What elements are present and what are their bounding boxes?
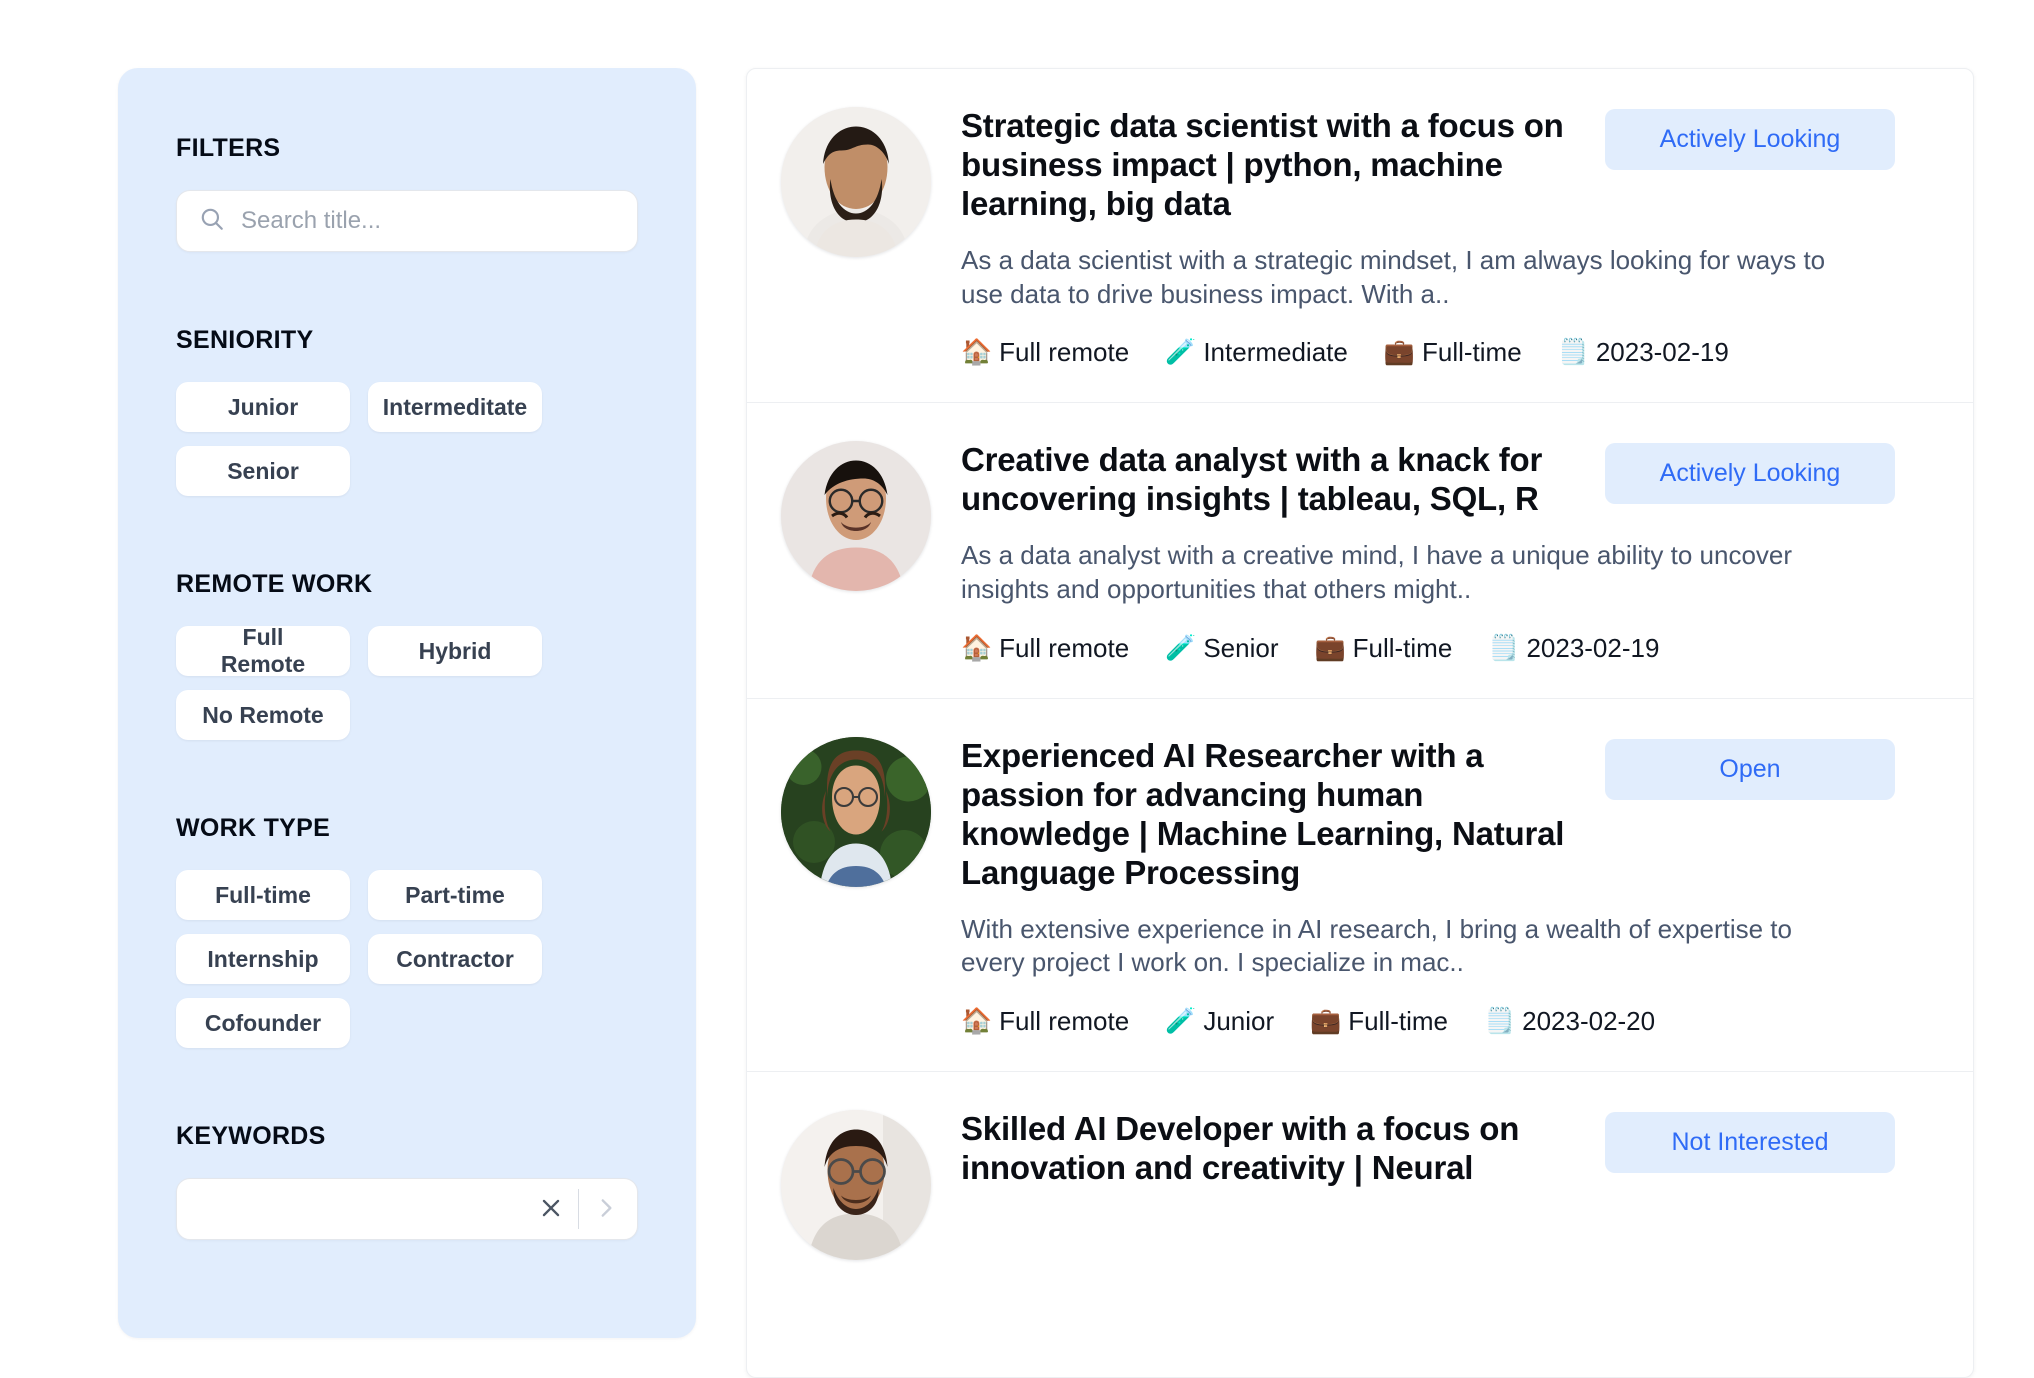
meta-remote-label: Full remote	[999, 337, 1130, 368]
test-tube-emoji: 🧪	[1165, 338, 1197, 367]
meta-date: 🗒️ 2023-02-19	[1558, 337, 1729, 368]
briefcase-emoji: 💼	[1383, 338, 1415, 367]
meta-worktype: 💼 Full-time	[1310, 1006, 1448, 1037]
house-emoji: 🏠	[961, 633, 993, 662]
seniority-chip-group: Junior Intermeditate Senior	[176, 382, 638, 496]
remote-chip-no-remote[interactable]: No Remote	[176, 690, 350, 740]
status-badge[interactable]: Open	[1605, 738, 1895, 800]
avatar	[781, 107, 931, 257]
job-card-body: Skilled AI Developer with a focus on inn…	[961, 1110, 1933, 1188]
status-badge[interactable]: Actively Looking	[1605, 443, 1895, 505]
job-card-header: Strategic data scientist with a focus on…	[961, 107, 1933, 224]
chevron-right-icon	[593, 1195, 619, 1224]
briefcase-emoji: 💼	[1314, 633, 1346, 662]
notepad-emoji: 🗒️	[1557, 338, 1589, 367]
filters-sidebar: FILTERS SENIORITY Junior Intermeditate S…	[118, 68, 696, 1338]
meta-seniority: 🧪 Intermediate	[1165, 337, 1348, 368]
job-description: As a data scientist with a strategic min…	[961, 244, 1826, 309]
meta-date: 🗒️ 2023-02-19	[1488, 633, 1659, 664]
meta-date: 🗒️ 2023-02-20	[1484, 1006, 1655, 1037]
job-card[interactable]: Creative data analyst with a knack for u…	[747, 403, 1973, 699]
keywords-submit-button[interactable]	[579, 1182, 633, 1236]
meta-worktype-label: Full-time	[1352, 632, 1453, 663]
work-type-heading: WORK TYPE	[176, 814, 331, 842]
meta-worktype-label: Full-time	[1422, 337, 1522, 368]
filters-heading: FILTERS	[176, 134, 281, 162]
keywords-clear-button[interactable]	[524, 1182, 578, 1236]
briefcase-emoji: 💼	[1310, 1007, 1342, 1036]
job-card-header: Creative data analyst with a knack for u…	[961, 441, 1933, 519]
job-description: With extensive experience in AI research…	[961, 913, 1792, 978]
job-title: Experienced AI Researcher with a passion…	[961, 736, 1565, 891]
job-title: Skilled AI Developer with a focus on inn…	[961, 1110, 1520, 1187]
avatar	[781, 736, 931, 887]
keywords-box[interactable]	[176, 1178, 638, 1240]
worktype-chip-contractor[interactable]: Contractor	[368, 934, 542, 984]
work-type-chip-group: Full-time Part-time Internship Contracto…	[176, 870, 638, 1048]
meta-remote-label: Full remote	[999, 632, 1130, 663]
job-title: Strategic data scientist with a focus on…	[961, 107, 1564, 222]
remote-chip-full-remote[interactable]: Full Remote	[176, 624, 350, 677]
remote-chip-hybrid[interactable]: Hybrid	[368, 626, 542, 676]
meta-seniority-label: Junior	[1203, 1006, 1275, 1037]
job-card-header: Experienced AI Researcher with a passion…	[961, 737, 1933, 893]
job-description: As a data analyst with a creative mind, …	[961, 540, 1793, 605]
job-card-body: Strategic data scientist with a focus on…	[961, 107, 1933, 368]
seniority-chip-junior[interactable]: Junior	[176, 382, 350, 432]
job-card[interactable]: Experienced AI Researcher with a passion…	[747, 699, 1973, 1073]
job-meta-row: 🏠 Full remote 🧪 Junior 💼 Full-time 🗒️ 2023-0…	[961, 1006, 1933, 1037]
meta-remote-label: Full remote	[999, 1006, 1130, 1037]
worktype-chip-part-time[interactable]: Part-time	[368, 870, 542, 920]
meta-seniority: 🧪 Junior	[1165, 1006, 1274, 1037]
notepad-emoji: 🗒️	[1488, 633, 1520, 662]
job-card-body: Experienced AI Researcher with a passion…	[961, 737, 1933, 1037]
seniority-chip-senior[interactable]: Senior	[176, 446, 350, 496]
job-meta-row: 🏠 Full remote 🧪 Intermediate 💼 Full-time 🗒️…	[961, 337, 1933, 368]
meta-worktype-label: Full-time	[1348, 1006, 1448, 1037]
meta-seniority-label: Intermediate	[1203, 337, 1348, 368]
seniority-chip-intermediate[interactable]: Intermeditate	[368, 382, 542, 432]
job-meta-row: 🏠 Full remote 🧪 Senior 💼 Full-time 🗒️ 2023-0…	[961, 633, 1933, 664]
remote-work-chip-group: Full Remote Hybrid No Remote	[176, 624, 638, 740]
test-tube-emoji: 🧪	[1165, 633, 1197, 662]
meta-date-label: 2023-02-19	[1595, 337, 1729, 368]
avatar	[781, 1110, 931, 1261]
close-icon	[538, 1195, 564, 1224]
meta-remote: 🏠 Full remote	[961, 337, 1129, 368]
worktype-chip-internship[interactable]: Internship	[176, 934, 350, 984]
keywords-heading: KEYWORDS	[176, 1122, 326, 1150]
house-emoji: 🏠	[961, 1007, 993, 1036]
job-card[interactable]: Strategic data scientist with a focus on…	[747, 69, 1973, 404]
worktype-chip-full-time[interactable]: Full-time	[176, 870, 350, 920]
meta-remote: 🏠 Full remote	[961, 1006, 1129, 1037]
remote-work-heading: REMOTE WORK	[176, 570, 373, 598]
house-emoji: 🏠	[961, 338, 993, 367]
job-title: Creative data analyst with a knack for u…	[961, 441, 1543, 518]
meta-date-label: 2023-02-20	[1522, 1006, 1656, 1037]
meta-seniority: 🧪 Senior	[1165, 633, 1278, 664]
status-badge[interactable]: Actively Looking	[1605, 109, 1895, 170]
meta-seniority-label: Senior	[1203, 632, 1279, 663]
job-card-header: Skilled AI Developer with a focus on inn…	[961, 1110, 1933, 1188]
job-card[interactable]: Skilled AI Developer with a focus on inn…	[747, 1072, 1973, 1294]
search-input[interactable]	[241, 207, 615, 235]
search-title-box[interactable]	[176, 190, 638, 252]
status-badge[interactable]: Not Interested	[1605, 1112, 1895, 1174]
job-card-body: Creative data analyst with a knack for u…	[961, 441, 1933, 663]
keywords-input[interactable]	[199, 1195, 524, 1223]
meta-date-label: 2023-02-19	[1526, 632, 1660, 663]
seniority-heading: SENIORITY	[176, 326, 314, 354]
meta-worktype: 💼 Full-time	[1314, 633, 1452, 664]
worktype-chip-cofounder[interactable]: Cofounder	[176, 998, 350, 1048]
meta-remote: 🏠 Full remote	[961, 633, 1129, 664]
notepad-emoji: 🗒️	[1483, 1007, 1516, 1036]
avatar	[781, 441, 931, 592]
test-tube-emoji: 🧪	[1165, 1007, 1197, 1036]
results-list: Strategic data scientist with a focus on…	[746, 68, 1974, 1378]
job-board-app: FILTERS SENIORITY Junior Intermeditate S…	[0, 0, 2034, 1378]
search-icon	[199, 206, 225, 237]
meta-worktype: 💼 Full-time	[1384, 337, 1522, 368]
